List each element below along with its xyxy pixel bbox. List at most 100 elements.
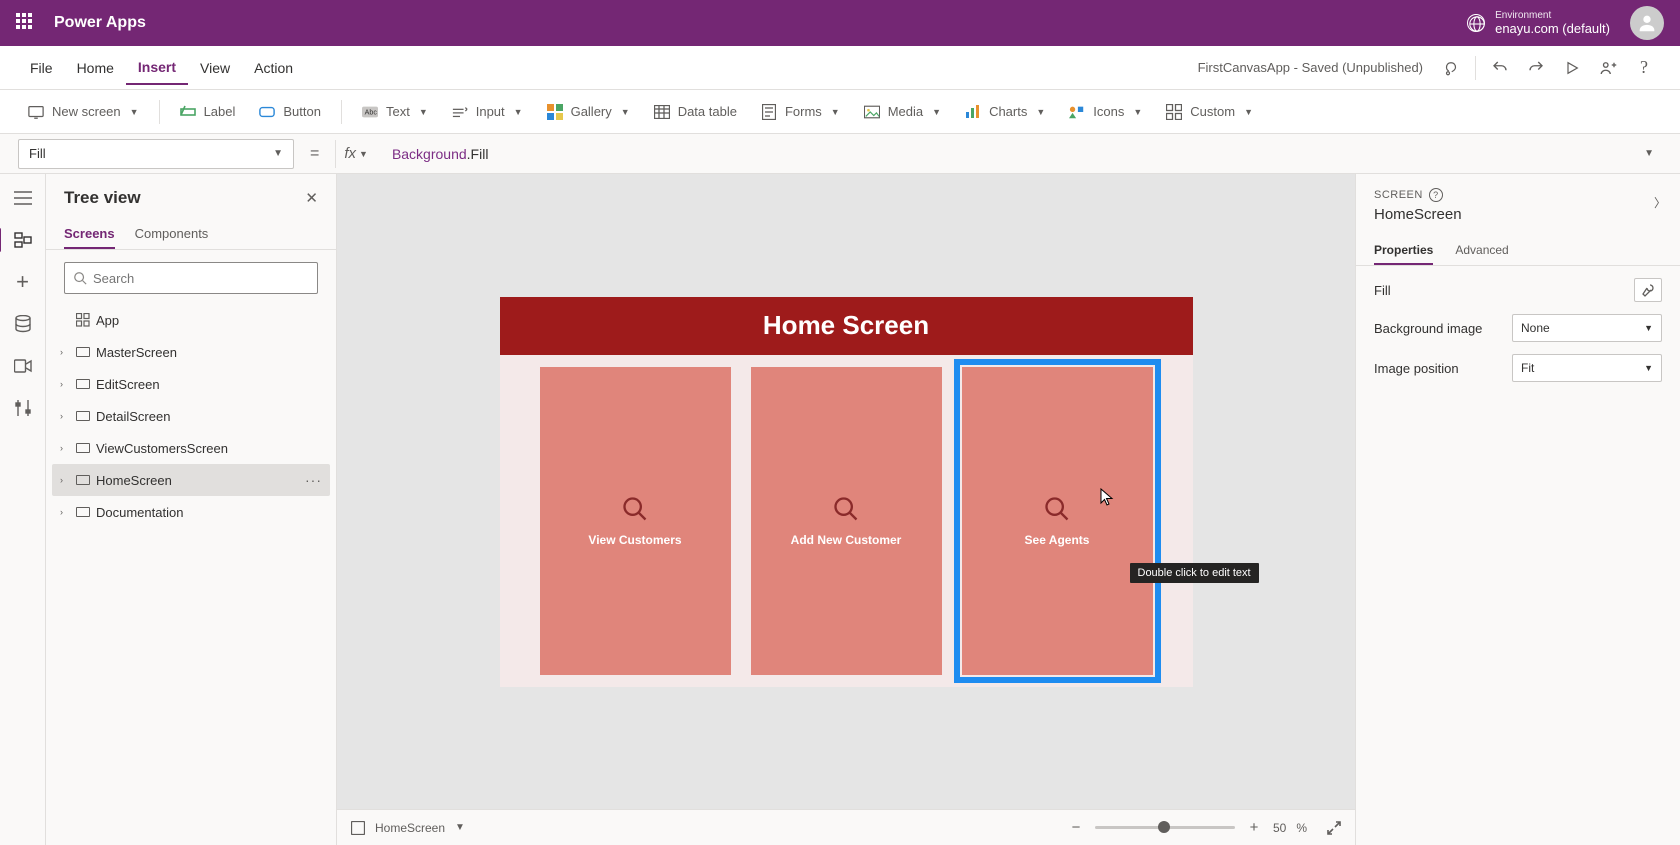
new-screen-label: New screen <box>52 104 121 119</box>
gallery-icon <box>547 104 563 120</box>
button-insert-button[interactable]: Button <box>249 98 331 126</box>
chevron-down-icon: ▼ <box>1644 323 1653 333</box>
card-view-customers[interactable]: View Customers <box>540 367 731 675</box>
collapse-panel-button[interactable]: 〉 <box>1654 194 1666 211</box>
datatable-label: Data table <box>678 104 737 119</box>
custom-icon <box>1166 104 1182 120</box>
new-screen-button[interactable]: New screen ▼ <box>18 98 149 126</box>
tree-item-editscreen[interactable]: › EditScreen <box>52 368 330 400</box>
chevron-down-icon: ▼ <box>359 149 368 159</box>
card-label: See Agents <box>1025 533 1090 547</box>
text-label: Text <box>386 104 410 119</box>
tree-item-documentation[interactable]: › Documentation <box>52 496 330 528</box>
button-icon <box>259 104 275 120</box>
zoom-value: 50 <box>1273 821 1286 835</box>
data-pane-icon[interactable] <box>11 312 35 336</box>
chevron-down-icon: ▼ <box>1133 107 1142 117</box>
tree-item-detailscreen[interactable]: › DetailScreen <box>52 400 330 432</box>
fx-button[interactable]: fx ▼ <box>335 140 376 168</box>
insert-ribbon: New screen ▼ Label Button Abc Text ▼ Inp… <box>0 90 1680 134</box>
chevron-down-icon: ▼ <box>419 107 428 117</box>
chevron-down-icon: ▼ <box>514 107 523 117</box>
chevron-down-icon: ▼ <box>273 148 283 159</box>
tree-item-viewcustomersscreen[interactable]: › ViewCustomersScreen <box>52 432 330 464</box>
tree-item-homescreen[interactable]: › HomeScreen ··· <box>52 464 330 496</box>
zoom-out-button[interactable]: − <box>1067 819 1085 836</box>
tree-item-label: App <box>96 313 119 328</box>
charts-dropdown[interactable]: Charts ▼ <box>955 98 1055 126</box>
menu-insert[interactable]: Insert <box>126 51 188 85</box>
forms-dropdown[interactable]: Forms ▼ <box>751 98 850 126</box>
media-pane-icon[interactable] <box>11 354 35 378</box>
input-dropdown[interactable]: Input ▼ <box>442 98 533 126</box>
tree-search-input[interactable] <box>93 271 309 286</box>
left-rail: + <box>0 174 46 845</box>
label-button[interactable]: Label <box>170 98 246 126</box>
undo-button[interactable] <box>1482 53 1518 83</box>
share-button[interactable] <box>1590 53 1626 83</box>
menu-view[interactable]: View <box>188 52 242 84</box>
help-button[interactable]: ? <box>1626 53 1662 83</box>
tree-view-icon[interactable] <box>11 228 35 252</box>
img-pos-select[interactable]: Fit ▼ <box>1512 354 1662 382</box>
advanced-tools-icon[interactable] <box>11 396 35 420</box>
prop-row-imgpos: Image position Fit ▼ <box>1374 354 1662 382</box>
media-dropdown[interactable]: Media ▼ <box>854 98 951 126</box>
icons-icon <box>1069 104 1085 120</box>
help-icon[interactable]: ? <box>1429 188 1443 202</box>
tab-properties[interactable]: Properties <box>1374 237 1433 265</box>
hamburger-icon[interactable] <box>11 186 35 210</box>
menu-file[interactable]: File <box>18 52 65 84</box>
fx-label: fx <box>344 145 356 162</box>
icons-dropdown[interactable]: Icons ▼ <box>1059 98 1152 126</box>
fill-color-button[interactable] <box>1634 278 1662 302</box>
prop-imgpos-label: Image position <box>1374 361 1459 376</box>
screen-checkbox[interactable] <box>351 821 365 835</box>
text-dropdown[interactable]: Abc Text ▼ <box>352 98 438 126</box>
app-launcher-icon[interactable] <box>16 13 36 33</box>
fit-to-window-button[interactable] <box>1327 821 1341 835</box>
zoom-slider[interactable] <box>1095 826 1235 829</box>
chevron-down-icon[interactable]: ▼ <box>455 822 465 833</box>
formula-input[interactable]: Background.Fill <box>386 140 1626 168</box>
redo-button[interactable] <box>1518 53 1554 83</box>
menu-home[interactable]: Home <box>65 52 126 84</box>
tree-search[interactable] <box>64 262 318 294</box>
zoom-in-button[interactable]: + <box>1245 819 1263 836</box>
img-pos-value: Fit <box>1521 361 1534 375</box>
tree-item-masterscreen[interactable]: › MasterScreen <box>52 336 330 368</box>
insert-pane-icon[interactable]: + <box>11 270 35 294</box>
charts-icon <box>965 104 981 120</box>
custom-dropdown[interactable]: Custom ▼ <box>1156 98 1263 126</box>
app-checker-icon[interactable] <box>1433 53 1469 83</box>
card-add-new-customer[interactable]: Add New Customer <box>751 367 942 675</box>
close-panel-button[interactable]: ✕ <box>305 189 318 207</box>
expand-formula-bar[interactable]: ▼ <box>1636 148 1662 159</box>
chevron-down-icon: ▼ <box>1244 107 1253 117</box>
artboard-homescreen[interactable]: Home Screen View Customers Add New Custo… <box>500 297 1193 687</box>
search-icon <box>1043 495 1071 523</box>
gallery-label: Gallery <box>571 104 612 119</box>
tab-components[interactable]: Components <box>135 220 209 249</box>
tab-advanced[interactable]: Advanced <box>1455 237 1508 265</box>
property-dropdown[interactable]: Fill ▼ <box>18 139 294 169</box>
tab-screens[interactable]: Screens <box>64 220 115 249</box>
canvas-status-bar: HomeScreen ▼ − + 50 % <box>337 809 1355 845</box>
prop-bgimage-label: Background image <box>1374 321 1482 336</box>
screen-title-bar[interactable]: Home Screen <box>500 297 1193 355</box>
prop-row-bgimage: Background image None ▼ <box>1374 314 1662 342</box>
bg-image-select[interactable]: None ▼ <box>1512 314 1662 342</box>
equals-label: = <box>304 145 325 163</box>
menu-action[interactable]: Action <box>242 52 305 84</box>
play-button[interactable] <box>1554 53 1590 83</box>
tree-item-app[interactable]: App <box>52 304 330 336</box>
app-header: Power Apps Environment enayu.com (defaul… <box>0 0 1680 46</box>
media-icon <box>864 104 880 120</box>
zoom-unit: % <box>1296 821 1307 835</box>
gallery-dropdown[interactable]: Gallery ▼ <box>537 98 640 126</box>
user-avatar[interactable] <box>1630 6 1664 40</box>
more-options-button[interactable]: ··· <box>305 472 322 488</box>
card-see-agents[interactable]: See Agents <box>962 367 1153 675</box>
environment-selector[interactable]: Environment enayu.com (default) <box>1467 10 1610 36</box>
datatable-button[interactable]: Data table <box>644 98 747 126</box>
